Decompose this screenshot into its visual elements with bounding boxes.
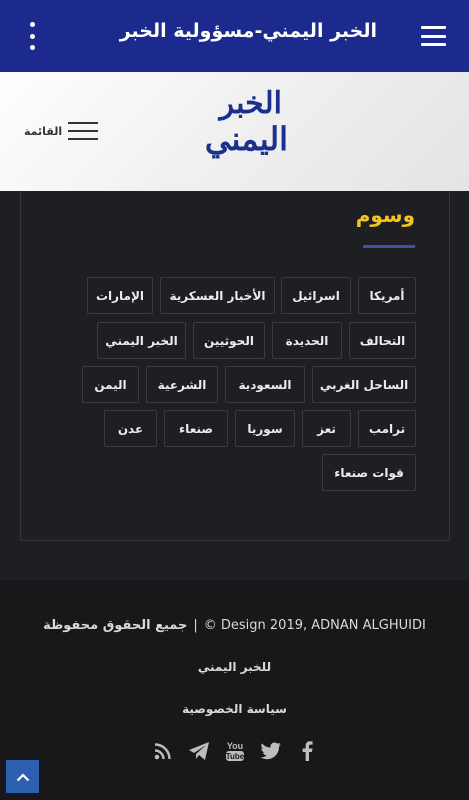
tag-link[interactable]: أمريكا xyxy=(358,277,416,314)
rights-link[interactable]: جميع الحقوق محفوظة xyxy=(43,618,187,633)
app-bar: الخبر اليمني-مسؤولية الخبر xyxy=(0,0,469,72)
menu-label: القائمة xyxy=(24,124,63,138)
tags-title: وسوم xyxy=(355,203,415,227)
twitter-icon[interactable] xyxy=(259,740,282,762)
tag-link[interactable]: الإمارات xyxy=(87,277,153,314)
logo-line-2: اليمني xyxy=(204,120,288,158)
tag-link[interactable]: الخبر اليمني xyxy=(97,322,186,359)
tag-link[interactable]: التحالف xyxy=(349,322,416,359)
tag-link[interactable]: تعز xyxy=(302,410,351,447)
tag-link[interactable]: الأخبار العسكرية xyxy=(160,277,275,314)
telegram-icon[interactable] xyxy=(188,740,210,762)
owner-link[interactable]: للخبر اليمني xyxy=(0,660,469,674)
svg-text:You: You xyxy=(226,741,242,751)
hamburger-icon[interactable] xyxy=(421,26,446,46)
site-footer: جميع الحقوق محفوظة | © Design 2019, ADNAN … xyxy=(0,580,469,800)
svg-text:Tube: Tube xyxy=(225,752,244,761)
tag-link[interactable]: الساحل الغربي xyxy=(312,366,416,403)
facebook-icon[interactable] xyxy=(296,740,318,762)
copyright-text: © Design 2019, ADNAN ALGHUIDI xyxy=(203,618,426,633)
social-links: You Tube xyxy=(0,740,469,762)
rss-icon[interactable] xyxy=(152,740,174,762)
site-logo[interactable]: الخبر اليمني xyxy=(180,86,292,170)
tag-link[interactable]: عدن xyxy=(104,410,157,447)
tag-link[interactable]: اليمن xyxy=(82,366,139,403)
site-header: الخبر اليمني القائمة xyxy=(0,72,469,191)
tag-link[interactable]: سوريا xyxy=(235,410,295,447)
tag-link[interactable]: اسرائيل xyxy=(281,277,351,314)
youtube-icon[interactable]: You Tube xyxy=(224,740,246,762)
privacy-policy-link[interactable]: سياسة الخصوصية xyxy=(0,702,469,716)
tags-widget: وسوم أمريكا اسرائيل الأخبار العسكرية الإ… xyxy=(20,191,450,541)
tag-link[interactable]: ترامب xyxy=(358,410,416,447)
menu-icon xyxy=(68,122,99,140)
tag-link[interactable]: قوات صنعاء xyxy=(322,454,416,491)
tag-link[interactable]: صنعاء xyxy=(164,410,228,447)
separator: | xyxy=(193,618,198,633)
tag-link[interactable]: السعودية xyxy=(225,366,305,403)
logo-line-1: الخبر xyxy=(219,86,282,121)
tag-link[interactable]: الحديدة xyxy=(272,322,342,359)
tag-link[interactable]: الشرعية xyxy=(146,366,218,403)
more-vert-icon[interactable] xyxy=(22,22,42,50)
menu-toggle-button[interactable]: القائمة xyxy=(24,122,99,140)
tag-link[interactable]: الحوثيين xyxy=(193,322,265,359)
copyright-line: جميع الحقوق محفوظة | © Design 2019, ADNAN … xyxy=(0,618,469,633)
chevron-up-icon xyxy=(16,772,29,781)
scroll-to-top-button[interactable] xyxy=(6,760,39,793)
app-title: الخبر اليمني-مسؤولية الخبر xyxy=(119,20,377,42)
title-underline xyxy=(363,245,415,248)
